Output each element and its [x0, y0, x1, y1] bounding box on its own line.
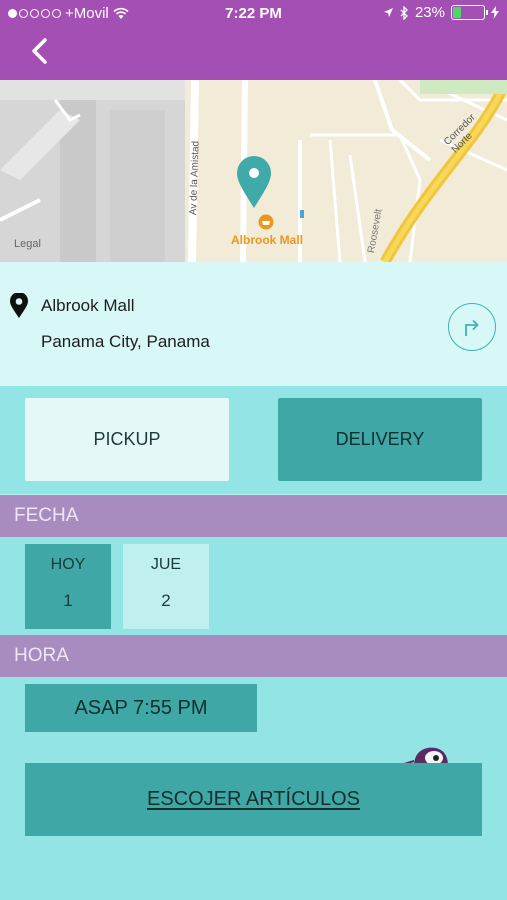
address-panel: Albrook Mall Panama City, Panama — [0, 262, 507, 386]
location-map[interactable]: Av de la Amistad Corredor Norte Roosevel… — [0, 80, 507, 262]
date-option-day: JUE — [150, 556, 182, 573]
map-pin-icon[interactable] — [236, 155, 272, 209]
battery-percent: 23% — [414, 4, 445, 21]
map-legal-link[interactable]: Legal — [14, 238, 41, 250]
date-option-day: HOY — [50, 556, 86, 573]
date-option-number: 1 — [63, 591, 73, 610]
battery-icon — [451, 5, 488, 20]
hora-section-header: HORA — [0, 635, 507, 677]
location-name: Albrook Mall — [41, 296, 135, 315]
poi-marker-icon — [258, 214, 274, 230]
directions-button[interactable] — [448, 303, 496, 351]
fecha-section-header: FECHA — [0, 495, 507, 537]
choose-items-button[interactable]: ESCOJER ARTÍCULOS — [25, 763, 482, 836]
map-poi-label: Albrook Mall — [231, 233, 304, 247]
delivery-button[interactable]: DELIVERY — [278, 398, 482, 481]
status-bar: +Movil 7:22 PM 23% — [0, 0, 507, 28]
pickup-button[interactable]: PICKUP — [25, 398, 229, 481]
charging-bolt-icon — [491, 6, 499, 19]
location-city: Panama City, Panama — [41, 332, 210, 351]
turn-right-arrow-icon — [465, 319, 479, 336]
top-bar: +Movil 7:22 PM 23% — [0, 0, 507, 80]
location-pin-icon — [10, 293, 28, 318]
date-option-thursday[interactable]: JUE 2 — [123, 544, 209, 629]
bluetooth-icon — [400, 5, 408, 20]
date-option-today[interactable]: HOY 1 — [25, 544, 111, 629]
choose-items-label: ESCOJER ARTÍCULOS — [146, 788, 361, 810]
location-arrow-icon — [383, 8, 393, 17]
back-chevron-icon[interactable] — [26, 34, 54, 68]
date-option-number: 2 — [161, 591, 171, 610]
time-select-button[interactable]: ASAP 7:55 PM — [25, 684, 257, 732]
status-right: 23% — [383, 4, 499, 21]
